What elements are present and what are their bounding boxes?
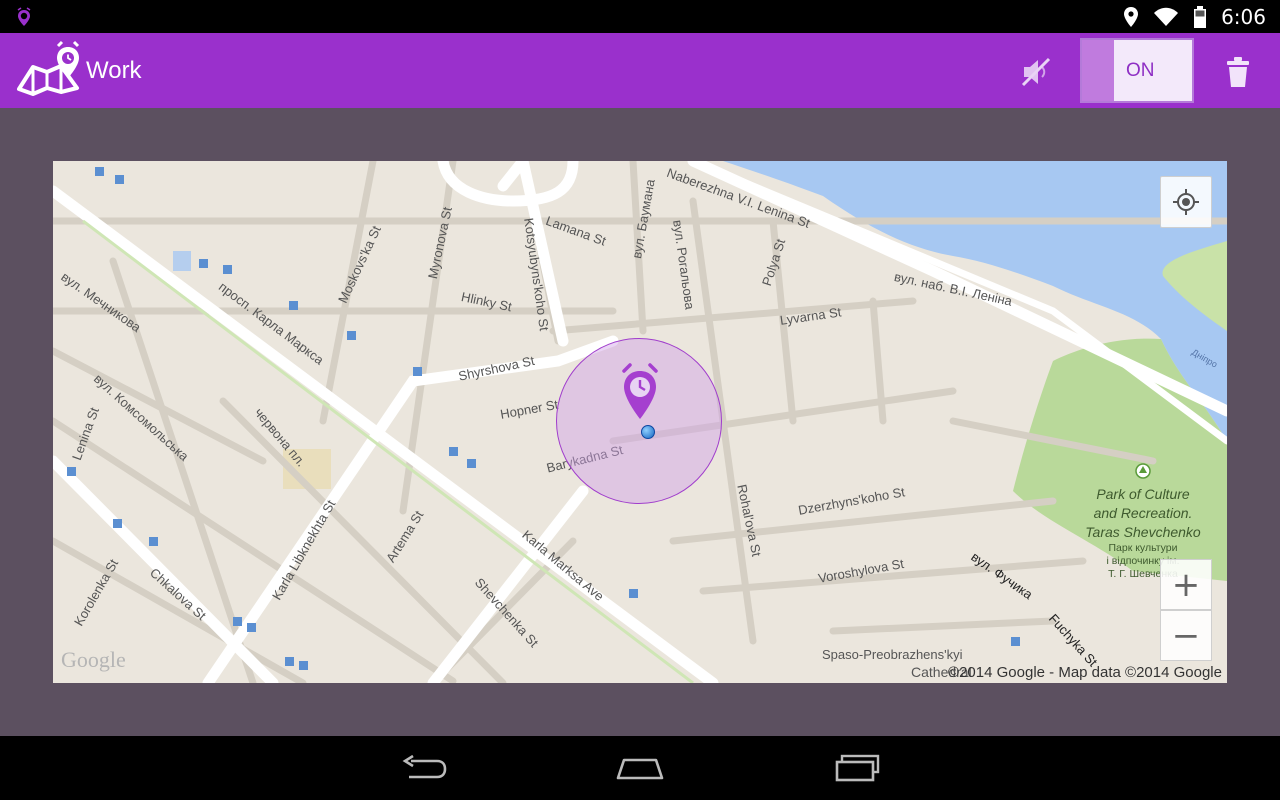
back-icon xyxy=(402,755,447,779)
home-icon xyxy=(616,758,664,780)
alarm-on-toggle[interactable]: ON xyxy=(1080,38,1194,103)
volume-off-icon xyxy=(1021,57,1051,87)
clock: 6:06 xyxy=(1221,4,1266,29)
zoom-out-button[interactable]: − xyxy=(1160,610,1212,661)
park-name-line: Park of Culture xyxy=(1096,486,1190,502)
zoom-in-button[interactable]: + xyxy=(1160,559,1212,610)
trash-icon xyxy=(1227,57,1249,87)
delete-button[interactable] xyxy=(1214,51,1262,93)
page-title: Work xyxy=(86,57,142,84)
action-bar: Work ON xyxy=(0,33,1280,108)
my-location-button[interactable] xyxy=(1160,176,1212,228)
google-logo: Google xyxy=(61,647,126,672)
battery-icon xyxy=(1194,5,1207,28)
current-location-dot xyxy=(641,425,655,439)
toggle-knob xyxy=(1082,40,1114,101)
alarm-pin-icon[interactable] xyxy=(618,361,662,425)
map-view[interactable]: Naberezhna V.I. Lenina St вул. наб. В.І.… xyxy=(53,161,1227,683)
toggle-label: ON xyxy=(1126,60,1155,81)
home-button[interactable] xyxy=(610,750,670,786)
park-name-line: Taras Shevchenko xyxy=(1085,524,1201,540)
recents-button[interactable] xyxy=(828,750,888,786)
park-name-line: and Recreation. xyxy=(1093,505,1193,521)
back-button[interactable] xyxy=(394,750,454,786)
wifi-icon xyxy=(1154,7,1179,26)
geofence-alarm-notification-icon xyxy=(17,7,31,26)
navigation-bar xyxy=(0,736,1280,800)
park-local-line: Парк культури xyxy=(1108,542,1178,554)
map-attribution[interactable]: ©2014 Google - Map data ©2014 Google xyxy=(948,664,1222,681)
mute-button[interactable] xyxy=(1012,51,1062,93)
street-label: Spaso-Preobrazhens'kyi xyxy=(822,647,963,662)
map-alarm-logo-icon[interactable] xyxy=(16,39,82,99)
location-icon xyxy=(1124,6,1139,27)
my-location-icon xyxy=(1173,189,1199,215)
recents-icon xyxy=(835,754,880,782)
status-bar: 6:06 xyxy=(0,0,1280,33)
